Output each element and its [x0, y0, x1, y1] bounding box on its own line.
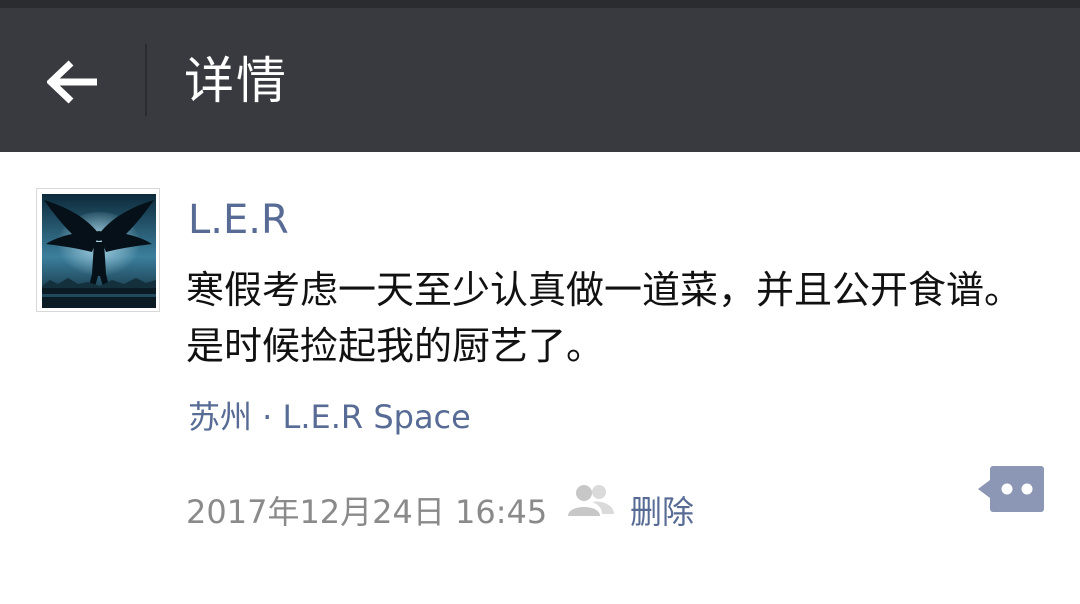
friends-icon: [566, 482, 616, 518]
post-content: 寒假考虑一天至少认真做一道菜，并且公开食谱。是时候捡起我的厨艺了。: [186, 268, 1023, 368]
post-timestamp: 2017年12月24日 16:45: [186, 493, 548, 531]
status-bar-strip: [0, 0, 1080, 8]
username[interactable]: L.E.R: [188, 196, 289, 244]
title-bar: 详情: [0, 8, 1080, 152]
title-divider: [145, 44, 147, 116]
moment-post: L.E.R 寒假考虑一天至少认真做一道菜，并且公开食谱。是时候捡起我的厨艺了。 …: [0, 152, 1080, 604]
avatar[interactable]: [36, 188, 160, 312]
arrow-left-icon: [47, 60, 97, 104]
dark-angel-avatar: [42, 194, 156, 308]
comment-more-button[interactable]: [976, 466, 1044, 512]
page-title: 详情: [184, 52, 288, 110]
location-link[interactable]: 苏州 · L.E.R Space: [188, 395, 471, 439]
comment-more-icon: [978, 466, 1044, 512]
delete-button[interactable]: 删除: [630, 490, 694, 534]
back-button[interactable]: [30, 42, 116, 122]
